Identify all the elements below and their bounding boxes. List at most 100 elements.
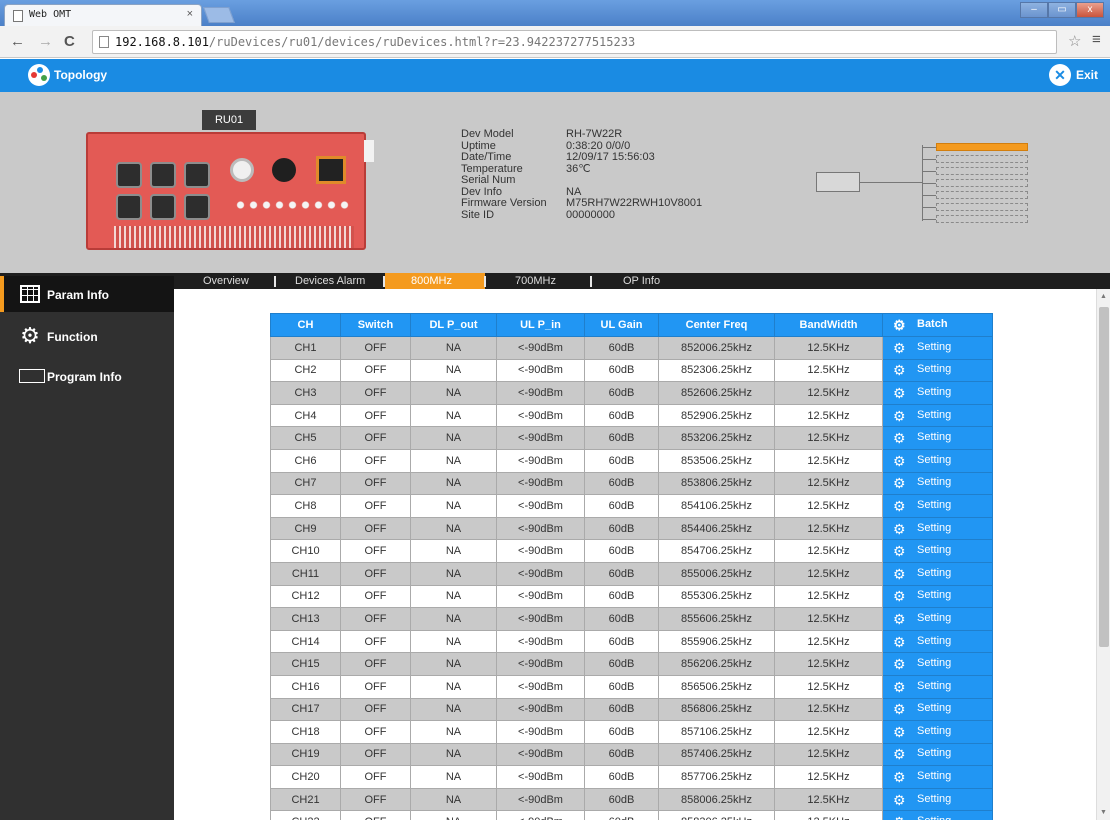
cell-ul-pin: <-90dBm xyxy=(496,697,585,722)
info-key-datetime: Date/Time xyxy=(461,151,512,163)
setting-button[interactable]: ⚙ Setting xyxy=(882,516,993,541)
cell-ul-gain: 60dB xyxy=(584,787,659,812)
setting-button[interactable]: ⚙ Setting xyxy=(882,607,993,631)
tab-overview[interactable]: Overview xyxy=(203,275,249,287)
cell-ul-pin: <-90dBm xyxy=(496,358,585,383)
setting-button[interactable]: ⚙ Setting xyxy=(882,584,993,609)
mini-host-node[interactable] xyxy=(816,172,860,192)
scroll-up-arrow-icon[interactable]: ▲ xyxy=(1100,293,1107,300)
bookmark-star-icon[interactable]: ☆ xyxy=(1068,32,1081,50)
new-tab-button[interactable] xyxy=(203,7,235,23)
reload-icon[interactable]: C xyxy=(64,33,75,50)
gear-icon: ⚙ xyxy=(893,701,906,718)
gear-icon: ⚙ xyxy=(893,317,906,333)
scroll-down-arrow-icon[interactable]: ▼ xyxy=(1100,809,1107,816)
cell-bandwidth: 12.5KHz xyxy=(774,516,883,541)
cell-ch: CH14 xyxy=(270,629,341,654)
setting-button[interactable]: ⚙ Setting xyxy=(882,787,993,812)
mini-node[interactable] xyxy=(922,203,1028,211)
exit-icon[interactable]: ✕ xyxy=(1049,64,1071,86)
setting-label: Setting xyxy=(917,657,952,670)
batch-button[interactable]: ⚙ Batch xyxy=(882,313,993,337)
cell-ul-gain: 60dB xyxy=(584,810,659,820)
setting-button[interactable]: ⚙ Setting xyxy=(882,403,993,428)
cell-switch: OFF xyxy=(340,494,411,518)
back-arrow-icon[interactable]: ← xyxy=(10,33,25,50)
setting-button[interactable]: ⚙ Setting xyxy=(882,471,993,496)
topology-icon[interactable] xyxy=(28,64,50,86)
mini-node[interactable] xyxy=(922,155,1028,163)
cell-switch: OFF xyxy=(340,674,411,699)
cell-center-freq: 855006.25kHz xyxy=(658,561,775,586)
gear-icon: ⚙ xyxy=(893,746,906,763)
setting-button[interactable]: ⚙ Setting xyxy=(882,539,993,563)
setting-label: Setting xyxy=(917,679,952,692)
mini-node[interactable] xyxy=(922,167,1028,175)
cell-dl-pout: NA xyxy=(410,426,497,450)
cell-center-freq: 856806.25kHz xyxy=(658,697,775,722)
setting-button[interactable]: ⚙ Setting xyxy=(882,697,993,722)
setting-button[interactable]: ⚙ Setting xyxy=(882,810,993,820)
cell-switch: OFF xyxy=(340,720,411,744)
setting-button[interactable]: ⚙ Setting xyxy=(882,674,993,699)
info-key-firmware: Firmware Version xyxy=(461,197,547,209)
setting-button[interactable]: ⚙ Setting xyxy=(882,720,993,744)
cell-dl-pout: NA xyxy=(410,516,497,541)
menu-icon[interactable]: ≡ xyxy=(1092,31,1101,48)
setting-button[interactable]: ⚙ Setting xyxy=(882,426,993,450)
cell-bandwidth: 12.5KHz xyxy=(774,697,883,722)
cell-ch: CH1 xyxy=(270,336,341,360)
topology-link[interactable]: Topology xyxy=(54,68,107,82)
setting-label: Setting xyxy=(917,408,952,421)
tab-op-info[interactable]: OP Info xyxy=(623,275,660,287)
mini-node-active[interactable] xyxy=(922,143,1028,151)
setting-button[interactable]: ⚙ Setting xyxy=(882,742,993,767)
table-row: CH15 OFF NA <-90dBm 60dB 856206.25kHz 12.5KHz ⚙… xyxy=(270,652,993,676)
cell-ul-pin: <-90dBm xyxy=(496,584,585,609)
setting-button[interactable]: ⚙ Setting xyxy=(882,652,993,676)
column-header-switch: Switch xyxy=(340,313,411,337)
sidebar-item-function[interactable]: ⚙ Function xyxy=(0,318,174,354)
cell-dl-pout: NA xyxy=(410,336,497,360)
cell-ch: CH10 xyxy=(270,539,341,563)
connector-port xyxy=(150,162,176,188)
setting-button[interactable]: ⚙ Setting xyxy=(882,336,993,360)
setting-button[interactable]: ⚙ Setting xyxy=(882,358,993,383)
table-row: CH4 OFF NA <-90dBm 60dB 852906.25kHz 12.5KHz ⚙ S… xyxy=(270,403,993,428)
cell-ul-pin: <-90dBm xyxy=(496,787,585,812)
cell-switch: OFF xyxy=(340,765,411,789)
mini-topology-diagram[interactable] xyxy=(816,137,1036,227)
setting-button[interactable]: ⚙ Setting xyxy=(882,765,993,789)
tab-close-icon[interactable]: × xyxy=(187,8,193,20)
setting-button[interactable]: ⚙ Setting xyxy=(882,629,993,654)
cell-bandwidth: 12.5KHz xyxy=(774,403,883,428)
setting-button[interactable]: ⚙ Setting xyxy=(882,381,993,405)
forward-arrow-icon[interactable]: → xyxy=(38,33,53,50)
sidebar-item-program-info[interactable]: Program Info xyxy=(0,358,174,394)
setting-button[interactable]: ⚙ Setting xyxy=(882,448,993,473)
url-field[interactable]: 192.168.8.101/ruDevices/ru01/devices/ruD… xyxy=(92,30,1057,54)
setting-button[interactable]: ⚙ Setting xyxy=(882,494,993,518)
setting-label: Setting xyxy=(917,815,951,820)
sidebar-item-param-info[interactable]: Param Info xyxy=(0,276,174,312)
tab-800mhz[interactable]: 800MHz xyxy=(411,275,452,287)
maximize-button[interactable]: ▭ xyxy=(1048,2,1076,18)
scroll-thumb[interactable] xyxy=(1099,307,1109,647)
cell-center-freq: 853806.25kHz xyxy=(658,471,775,496)
close-window-button[interactable]: x xyxy=(1076,2,1104,18)
tab-700mhz[interactable]: 700MHz xyxy=(515,275,556,287)
mini-node[interactable] xyxy=(922,179,1028,187)
exit-link[interactable]: Exit xyxy=(1076,68,1098,82)
mini-node[interactable] xyxy=(922,215,1028,223)
connector-port xyxy=(116,162,142,188)
scrollbar[interactable]: ▲ ▼ xyxy=(1096,289,1110,820)
mini-node[interactable] xyxy=(922,191,1028,199)
cell-dl-pout: NA xyxy=(410,403,497,428)
table-row: CH11 OFF NA <-90dBm 60dB 855006.25kHz 12.5KHz ⚙… xyxy=(270,561,993,586)
cell-ch: CH16 xyxy=(270,674,341,699)
setting-button[interactable]: ⚙ Setting xyxy=(882,561,993,586)
cell-center-freq: 852306.25kHz xyxy=(658,358,775,383)
tab-devices-alarm[interactable]: Devices Alarm xyxy=(295,275,365,287)
browser-tab[interactable]: Web OMT × xyxy=(4,4,202,26)
minimize-button[interactable]: – xyxy=(1020,2,1048,18)
